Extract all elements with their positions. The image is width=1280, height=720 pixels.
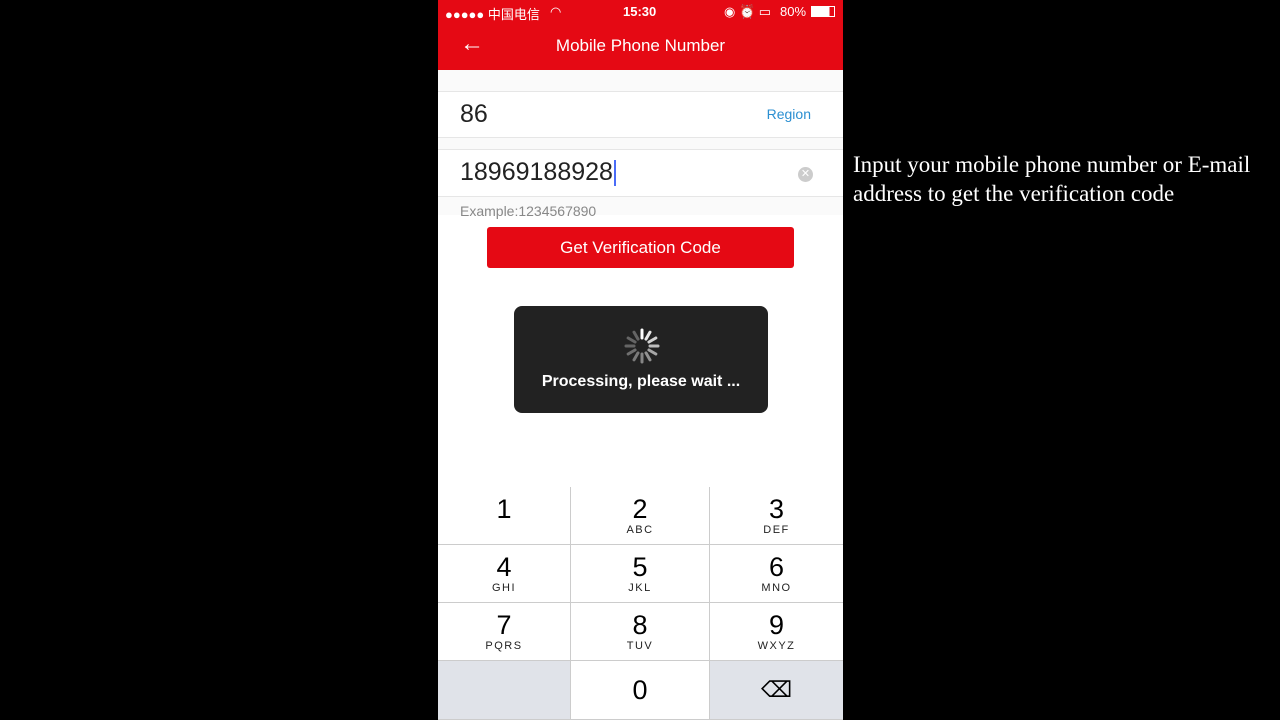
carrier: ●●●●● 中国电信	[445, 7, 540, 22]
key-letters: WXYZ	[757, 640, 796, 652]
key-digit: 7	[496, 610, 512, 640]
keypad-key[interactable]: 3 DEF	[710, 487, 843, 545]
key-letters: DEF	[763, 524, 790, 536]
region-link[interactable]: Region	[767, 106, 811, 122]
key-digit: 1	[496, 494, 512, 524]
backspace-icon: ⌫	[760, 677, 793, 702]
toast-message: Processing, please wait ...	[541, 373, 741, 390]
keypad-key	[438, 661, 571, 720]
keypad-key[interactable]: 1	[438, 487, 571, 545]
instruction-caption: Input your mobile phone number or E-mail…	[853, 152, 1251, 206]
get-verification-code-button[interactable]: Get Verification Code	[487, 227, 794, 268]
key-digit: 6	[768, 552, 785, 582]
backspace-key[interactable]: ⌫	[710, 661, 843, 720]
keypad-key[interactable]: 8 TUV	[571, 603, 710, 661]
country-code: 86	[460, 100, 488, 128]
keypad-key[interactable]: 9 WXYZ	[710, 603, 843, 661]
key-digit: 8	[632, 610, 648, 640]
battery-icon	[811, 6, 835, 17]
battery-level: 80%	[780, 4, 807, 19]
app-header: ●●●●● 中国电信 ◠ 15:30 ◉ ⏰ ▭ 80% ← Mobile Ph…	[438, 0, 843, 70]
key-digit: 0	[632, 675, 648, 705]
key-letters: GHI	[491, 582, 517, 594]
spinner-icon	[624, 328, 660, 364]
key-letters: TUV	[626, 640, 654, 652]
key-digit	[438, 661, 570, 675]
alarm-icon: ◉ ⏰ ▭	[724, 4, 772, 19]
processing-toast: Processing, please wait ...	[514, 306, 768, 413]
wifi-icon: ◠	[550, 4, 562, 19]
key-letters: ABC	[626, 524, 654, 536]
key-digit: 2	[632, 494, 648, 524]
key-letters: MNO	[761, 582, 792, 594]
key-digit: 5	[632, 552, 648, 582]
key-letters: PQRS	[485, 640, 523, 652]
key-digit: 3	[768, 494, 785, 524]
keypad-key[interactable]: 7 PQRS	[438, 603, 571, 661]
keypad-key[interactable]: 4 GHI	[438, 545, 571, 603]
text-caret	[613, 160, 616, 187]
keypad-key[interactable]: 5 JKL	[571, 545, 710, 603]
page-title: Mobile Phone Number	[555, 36, 726, 55]
phone-value[interactable]: 18969188928	[460, 158, 613, 186]
example-hint: Example:1234567890	[460, 203, 597, 219]
phone-input[interactable]: 18969188928 ✕	[438, 149, 843, 197]
key-letters: JKL	[628, 582, 652, 594]
clear-icon[interactable]: ✕	[798, 167, 813, 182]
key-digit: 4	[496, 552, 512, 582]
country-code-row[interactable]: 86 Region	[438, 91, 843, 138]
keypad-key[interactable]: 0	[571, 661, 710, 720]
numeric-keypad: 1 2 ABC 3 DEF 4 GHI 5 JKL 6 MNO 7 PQRS 8 TUV 9 WXYZ 0 ⌫	[438, 487, 843, 720]
key-digit: 9	[768, 610, 785, 640]
keypad-key[interactable]: 2 ABC	[571, 487, 710, 545]
phone-screen: ●●●●● 中国电信 ◠ 15:30 ◉ ⏰ ▭ 80% ← Mobile Ph…	[438, 0, 843, 720]
status-time: 15:30	[623, 4, 657, 19]
keypad-key[interactable]: 6 MNO	[710, 545, 843, 603]
